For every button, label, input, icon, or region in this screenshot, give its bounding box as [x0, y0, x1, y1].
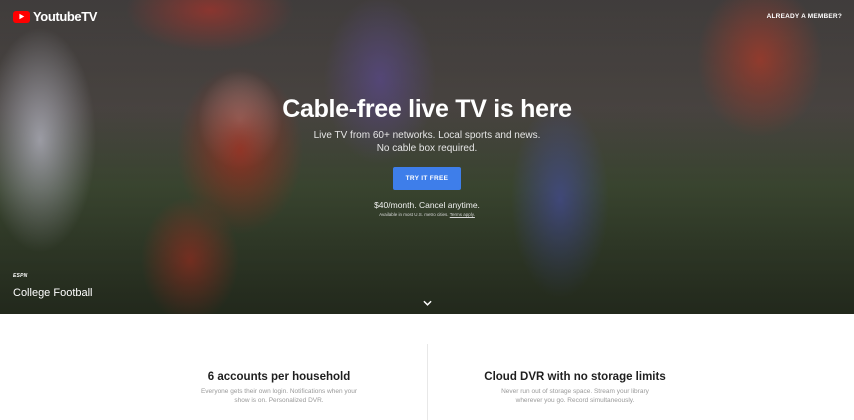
features-section: 6 accounts per household Everyone gets t… — [0, 314, 854, 420]
feature-description-line-1: Everyone gets their own login. Notificat… — [200, 388, 358, 395]
try-it-free-button[interactable]: TRY IT FREE — [393, 167, 461, 190]
youtube-tv-logo[interactable]: YoutubeTV — [13, 9, 97, 24]
feature-description: Everyone gets their own login. Notificat… — [179, 387, 379, 405]
feature-description-line-2: wherever you go. Record simultaneously. — [515, 397, 635, 404]
feature-divider — [427, 344, 428, 420]
hero-section: YoutubeTV ALREADY A MEMBER? Cable-free l… — [0, 0, 854, 314]
price-text: $40/month. Cancel anytime. — [374, 200, 480, 210]
feature-accounts: 6 accounts per household Everyone gets t… — [179, 371, 379, 405]
feature-title: Cloud DVR with no storage limits — [484, 371, 666, 383]
hero-title: Cable-free live TV is here — [282, 95, 572, 123]
feature-cloud-dvr: Cloud DVR with no storage limits Never r… — [475, 371, 675, 405]
hero-background-video — [0, 0, 854, 314]
chevron-down-icon[interactable] — [421, 298, 433, 308]
terms-link[interactable]: Terms apply. — [450, 212, 475, 217]
hero-subtitle-line-2: No cable box required. — [376, 143, 478, 154]
hero-subtitle: Live TV from 60+ networks. Local sports … — [0, 129, 854, 155]
feature-title: 6 accounts per household — [207, 371, 351, 383]
program-title: College Football — [13, 287, 93, 299]
hero-subtitle-line-1: Live TV from 60+ networks. Local sports … — [313, 130, 541, 141]
youtube-play-icon — [13, 10, 30, 23]
feature-description-line-1: Never run out of storage space. Stream y… — [501, 388, 649, 395]
feature-description-line-2: show is on. Personalized DVR. — [234, 397, 324, 404]
availability-text: Available in most U.S. metro cities. — [379, 212, 449, 217]
availability-note: Available in most U.S. metro cities. Ter… — [0, 212, 854, 217]
logo-text: YoutubeTV — [33, 9, 98, 24]
feature-description: Never run out of storage space. Stream y… — [475, 387, 675, 405]
already-member-link[interactable]: ALREADY A MEMBER? — [767, 13, 842, 20]
espn-logo: ESPN — [13, 273, 28, 279]
